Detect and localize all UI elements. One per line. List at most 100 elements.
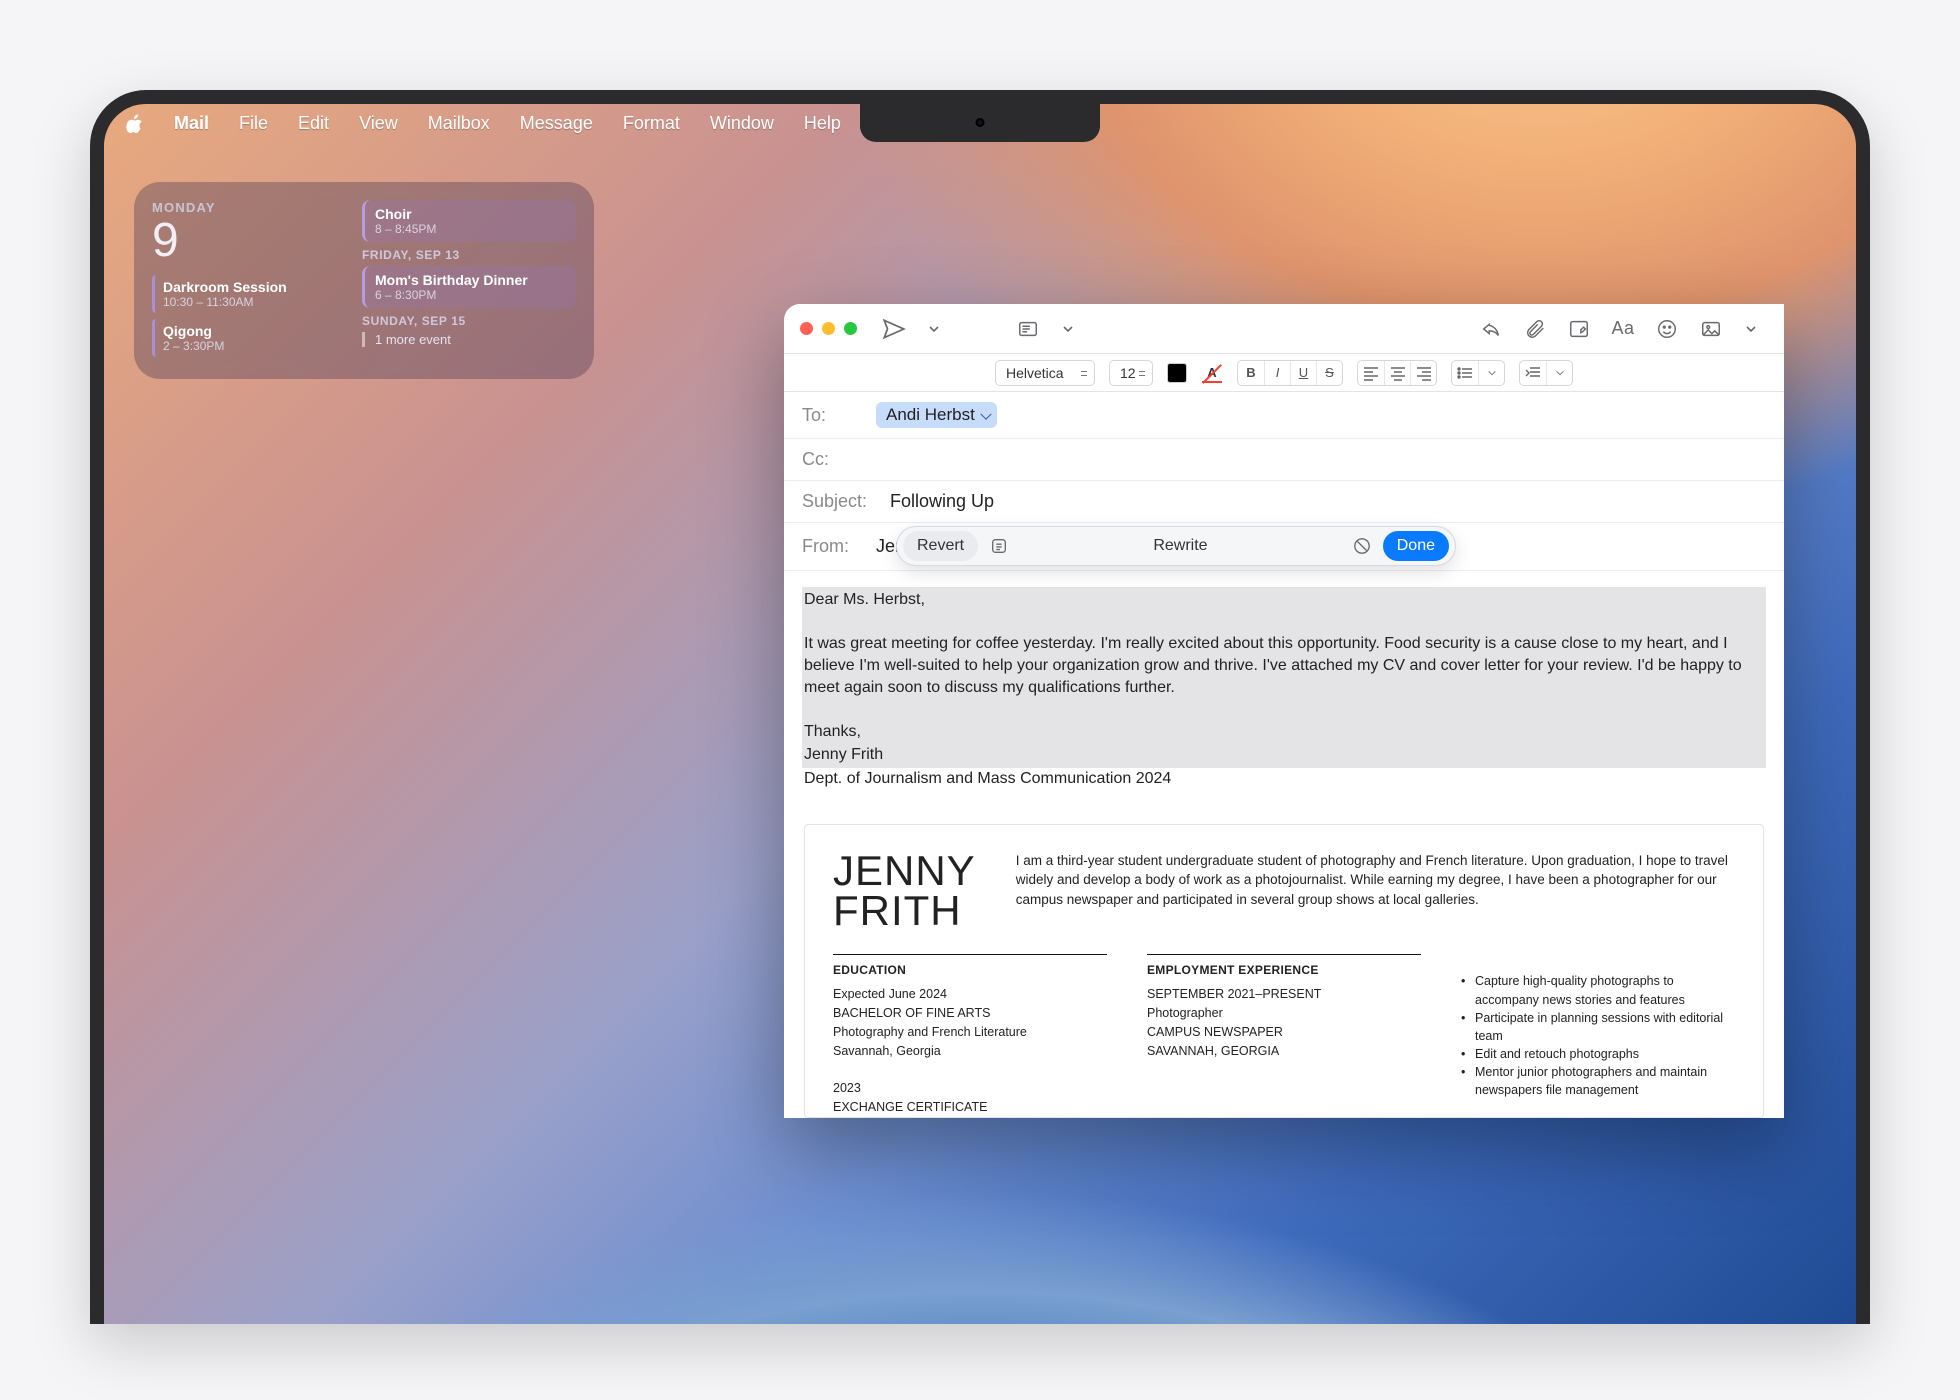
markup-button[interactable] <box>1562 314 1596 344</box>
format-bar: Helvetica 12 B I U S <box>784 354 1784 392</box>
font-family-select[interactable]: Helvetica <box>995 360 1095 386</box>
menubar-item-mailbox[interactable]: Mailbox <box>428 113 490 134</box>
send-button[interactable] <box>877 314 911 344</box>
send-options-chevron-icon[interactable] <box>917 314 951 344</box>
to-field-row[interactable]: To: Andi Herbst <box>784 392 1784 439</box>
calendar-day-number: 9 <box>152 217 352 265</box>
window-traffic-lights <box>800 322 857 335</box>
close-window-button[interactable] <box>800 322 813 335</box>
resume-line: Expected June 2024 <box>833 985 1107 1004</box>
text-style-segment: B I U S <box>1237 360 1343 386</box>
minimize-window-button[interactable] <box>822 322 835 335</box>
emoji-button[interactable] <box>1650 314 1684 344</box>
from-field-row[interactable]: From: Jenny Fri Revert Rewrite Done <box>784 523 1784 571</box>
cc-field-row[interactable]: Cc: <box>784 439 1784 481</box>
subject-value: Following Up <box>890 491 994 512</box>
italic-button[interactable]: I <box>1264 361 1290 385</box>
subject-field-row[interactable]: Subject: Following Up <box>784 481 1784 523</box>
list-chevron-icon[interactable] <box>1478 361 1504 385</box>
calendar-widget[interactable]: MONDAY 9 Darkroom Session10:30 – 11:30AM… <box>134 182 594 379</box>
mail-compose-window: Aa Helvetica 12 <box>784 304 1784 1118</box>
underline-button[interactable]: U <box>1290 361 1316 385</box>
subject-label: Subject: <box>802 491 878 512</box>
align-center-button[interactable] <box>1384 361 1410 385</box>
attach-button[interactable] <box>1518 314 1552 344</box>
writing-tools-list-icon[interactable] <box>988 535 1010 557</box>
body-signature-dept: Dept. of Journalism and Mass Communicati… <box>804 768 1764 790</box>
message-body[interactable]: Dear Ms. Herbst, It was great meeting fo… <box>784 571 1784 806</box>
menubar-item-edit[interactable]: Edit <box>298 113 329 134</box>
done-button[interactable]: Done <box>1383 531 1449 561</box>
resume-line: 2023 <box>833 1079 1107 1098</box>
menubar-item-format[interactable]: Format <box>623 113 680 134</box>
calendar-event[interactable]: Choir8 – 8:45PM <box>362 200 576 242</box>
resume-employment-column: EMPLOYMENT EXPERIENCE SEPTEMBER 2021–PRE… <box>1147 954 1421 1116</box>
indent-segment <box>1519 360 1573 386</box>
align-right-button[interactable] <box>1410 361 1436 385</box>
indent-button[interactable] <box>1520 361 1546 385</box>
font-size-select[interactable]: 12 <box>1109 360 1153 386</box>
resume-bullet: Capture high-quality photographs to acco… <box>1461 972 1735 1008</box>
calendar-more-events[interactable]: 1 more event <box>362 332 576 347</box>
calendar-day-of-week: MONDAY <box>152 200 352 215</box>
photo-browser-chevron-icon[interactable] <box>1734 314 1768 344</box>
resume-line: SAVANNAH, GEORGIA <box>1147 1042 1421 1061</box>
from-label: From: <box>802 536 864 557</box>
zoom-window-button[interactable] <box>844 322 857 335</box>
apple-logo-icon[interactable] <box>126 113 144 133</box>
resume-bullet: Participate in planning sessions with ed… <box>1461 1009 1735 1045</box>
menubar-app-name[interactable]: Mail <box>174 113 209 134</box>
resume-line <box>833 1060 1107 1079</box>
resume-line: Savannah, Georgia <box>833 1042 1107 1061</box>
menubar-item-view[interactable]: View <box>359 113 398 134</box>
resume-bio: I am a third-year student undergraduate … <box>1016 851 1735 931</box>
text-color-swatch[interactable] <box>1167 363 1187 383</box>
header-fields-button[interactable] <box>1011 314 1045 344</box>
writing-tools-title: Rewrite <box>1020 537 1341 555</box>
strikethrough-button[interactable]: S <box>1316 361 1342 385</box>
resume-name: JENNY FRITH <box>833 851 976 931</box>
window-titlebar: Aa <box>784 304 1784 354</box>
header-fields-chevron-icon[interactable] <box>1051 314 1085 344</box>
resume-line: SEPTEMBER 2021–PRESENT <box>1147 985 1421 1004</box>
menubar-item-file[interactable]: File <box>239 113 268 134</box>
calendar-event[interactable]: Mom's Birthday Dinner6 – 8:30PM <box>362 266 576 308</box>
reply-button[interactable] <box>1474 314 1508 344</box>
calendar-event[interactable]: Darkroom Session10:30 – 11:30AM <box>152 275 352 313</box>
bold-button[interactable]: B <box>1238 361 1264 385</box>
resume-line: Photographer <box>1147 1004 1421 1023</box>
writing-tools-cancel-icon[interactable] <box>1351 535 1373 557</box>
list-button[interactable] <box>1452 361 1478 385</box>
menubar-item-help[interactable]: Help <box>804 113 841 134</box>
resume-bullet: Mentor junior photographers and maintain… <box>1461 1063 1735 1099</box>
resume-education-column: EDUCATION Expected June 2024BACHELOR OF … <box>833 954 1107 1116</box>
calendar-event[interactable]: Qigong2 – 3:30PM <box>152 319 352 357</box>
attachment-resume-preview[interactable]: JENNY FRITH I am a third-year student un… <box>804 824 1764 1118</box>
resume-bullets-column: Capture high-quality photographs to acco… <box>1461 954 1735 1116</box>
align-left-button[interactable] <box>1358 361 1384 385</box>
body-signature-name: Jenny Frith <box>804 746 883 763</box>
display-notch <box>860 104 1100 142</box>
menubar-item-window[interactable]: Window <box>710 113 774 134</box>
resume-line: CAMPUS NEWSPAPER <box>1147 1023 1421 1042</box>
format-button[interactable]: Aa <box>1606 314 1640 344</box>
body-greeting: Dear Ms. Herbst, <box>804 591 925 608</box>
photo-browser-button[interactable] <box>1694 314 1728 344</box>
resume-line: EXCHANGE CERTIFICATE <box>833 1098 1107 1117</box>
resume-line: Photography and French Literature <box>833 1023 1107 1042</box>
revert-button[interactable]: Revert <box>903 531 978 561</box>
menubar-item-message[interactable]: Message <box>520 113 593 134</box>
to-label: To: <box>802 405 864 426</box>
resume-line: BACHELOR OF FINE ARTS <box>833 1004 1107 1023</box>
calendar-date-header: FRIDAY, SEP 13 <box>362 248 576 262</box>
text-align-segment <box>1357 360 1437 386</box>
body-paragraph: It was great meeting for coffee yesterda… <box>804 635 1742 696</box>
macbook-frame: Mail File Edit View Mailbox Message Form… <box>90 90 1870 1324</box>
writing-tools-popover: Revert Rewrite Done <box>896 526 1456 566</box>
background-color-none-icon[interactable] <box>1201 363 1223 383</box>
indent-chevron-icon[interactable] <box>1546 361 1572 385</box>
recipient-pill[interactable]: Andi Herbst <box>876 402 997 428</box>
resume-bullet: Edit and retouch photographs <box>1461 1045 1735 1063</box>
list-segment <box>1451 360 1505 386</box>
cc-label: Cc: <box>802 449 864 470</box>
